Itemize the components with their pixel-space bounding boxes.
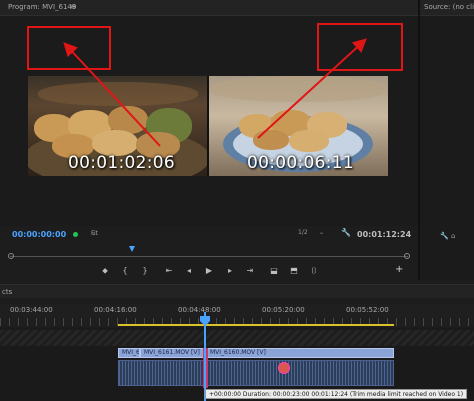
video-clip[interactable]: MVI_6 <box>118 348 140 358</box>
scrub-end-handle[interactable] <box>404 253 410 259</box>
audio-clip[interactable] <box>206 360 394 386</box>
marker-icon[interactable]: ⬥ <box>100 265 110 277</box>
source-wrench-icon[interactable]: 🔧 ⌂ <box>440 232 466 242</box>
settings-wrench-icon[interactable]: 🔧 <box>341 228 351 237</box>
chevron-down-icon: ⌄ <box>91 230 97 237</box>
add-button[interactable]: + <box>395 264 403 275</box>
playhead-timecode[interactable]: 00:00:00:00 <box>12 230 66 239</box>
annotation-arrow-right <box>257 38 367 139</box>
out-point-icon[interactable]: } <box>140 265 150 277</box>
duration-timecode: 00:01:12:24 <box>357 230 412 239</box>
audio-clip[interactable] <box>118 360 204 386</box>
fx-badge-icon[interactable] <box>278 362 290 374</box>
resolution-label: 1/2 <box>298 229 308 236</box>
timeline-ruler[interactable]: 00:03:44:00 00:04:16:00 00:04:48:00 00:0… <box>0 304 474 326</box>
step-back-icon[interactable]: ◂ <box>184 265 194 277</box>
playback-resolution-select[interactable]: 1/2 ⌄ <box>298 229 324 240</box>
ruler-label: 00:03:44:00 <box>10 306 53 314</box>
extract-icon[interactable]: ⬒ <box>288 265 300 277</box>
marker-indicator-icon <box>73 232 78 237</box>
timeline-header: cts <box>0 284 474 298</box>
video-clip[interactable]: MVI_6161.MOV [V] <box>140 348 204 358</box>
go-to-in-icon[interactable]: ⇤ <box>163 265 175 277</box>
mini-timeline-scrub-bar[interactable] <box>10 256 408 257</box>
lift-icon[interactable]: ⬓ <box>268 265 280 277</box>
video-clip[interactable]: MVI_6160.MOV [V] <box>206 348 394 358</box>
play-icon[interactable]: ▶ <box>203 265 215 277</box>
zoom-fit-select[interactable]: Fit ⌄ <box>89 229 125 240</box>
annotation-arrow-left <box>63 42 161 147</box>
trim-tooltip: +00:00:00 Duration: 00:00:23:00 00:01:12… <box>205 389 468 399</box>
empty-track-area <box>0 330 474 346</box>
chevron-down-icon: ⌄ <box>318 229 324 236</box>
ruler-label: 00:04:48:00 <box>178 306 221 314</box>
export-frame-icon[interactable]: ⌷ <box>308 265 320 277</box>
ruler-label: 00:04:16:00 <box>94 306 137 314</box>
timeline-tab[interactable]: cts <box>2 288 12 296</box>
step-forward-icon[interactable]: ▸ <box>225 265 235 277</box>
scrub-start-handle[interactable] <box>8 253 14 259</box>
ruler-label: 00:05:20:00 <box>262 306 305 314</box>
go-to-out-icon[interactable]: ⇥ <box>244 265 256 277</box>
ruler-label: 00:05:52:00 <box>346 306 389 314</box>
work-area-bar[interactable] <box>118 324 394 326</box>
in-point-icon[interactable]: { <box>120 265 130 277</box>
